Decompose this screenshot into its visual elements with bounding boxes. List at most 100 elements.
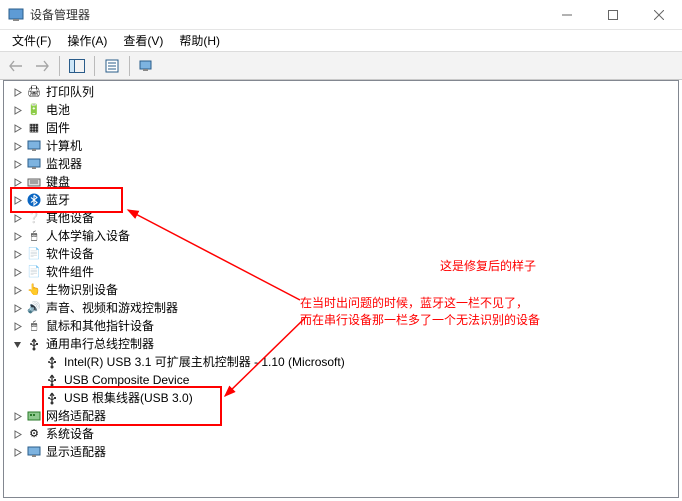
unknown-icon: ❔ bbox=[26, 210, 42, 226]
chevron-right-icon[interactable] bbox=[10, 139, 24, 153]
tree-node[interactable]: 📄软件设备 bbox=[4, 245, 678, 263]
toolbar-separator bbox=[129, 56, 130, 76]
tree-node[interactable]: 🔋电池 bbox=[4, 101, 678, 119]
nav-forward-button[interactable] bbox=[30, 55, 54, 77]
device-tree-panel[interactable]: 🖨打印队列🔋电池▦固件计算机监视器键盘蓝牙❔其他设备🖱人体学输入设备📄软件设备📄… bbox=[3, 80, 679, 498]
maximize-button[interactable] bbox=[590, 0, 636, 30]
chevron-right-icon[interactable] bbox=[10, 427, 24, 441]
scan-hardware-button[interactable] bbox=[135, 55, 159, 77]
sound-icon: 🔊 bbox=[26, 300, 42, 316]
tree-node[interactable]: 🖱鼠标和其他指针设备 bbox=[4, 317, 678, 335]
close-button[interactable] bbox=[636, 0, 682, 30]
chevron-right-icon[interactable] bbox=[10, 319, 24, 333]
network-icon bbox=[26, 408, 42, 424]
chevron-right-icon[interactable] bbox=[10, 247, 24, 261]
monitor-icon bbox=[26, 156, 42, 172]
chevron-right-icon[interactable] bbox=[10, 103, 24, 117]
tree-node[interactable]: USB 根集线器(USB 3.0) bbox=[4, 389, 678, 407]
window-titlebar: 设备管理器 bbox=[0, 0, 682, 30]
tree-node-label: 鼠标和其他指针设备 bbox=[46, 317, 154, 335]
tree-node-label: 系统设备 bbox=[46, 425, 94, 443]
software-icon: 📄 bbox=[26, 264, 42, 280]
printer-icon: 🖨 bbox=[26, 84, 42, 100]
tree-node[interactable]: ▦固件 bbox=[4, 119, 678, 137]
app-icon bbox=[8, 7, 24, 23]
toolbar-separator bbox=[59, 56, 60, 76]
toolbar-separator bbox=[94, 56, 95, 76]
tree-node-label: 人体学输入设备 bbox=[46, 227, 130, 245]
keyboard-icon bbox=[26, 174, 42, 190]
menu-help[interactable]: 帮助(H) bbox=[171, 30, 228, 51]
nav-back-button[interactable] bbox=[4, 55, 28, 77]
chevron-right-icon[interactable] bbox=[10, 193, 24, 207]
chevron-right-icon[interactable] bbox=[10, 265, 24, 279]
tree-node-label: 打印队列 bbox=[46, 83, 94, 101]
tree-node-label: USB 根集线器(USB 3.0) bbox=[64, 389, 193, 407]
battery-icon: 🔋 bbox=[26, 102, 42, 118]
tree-node[interactable]: 计算机 bbox=[4, 137, 678, 155]
biometric-icon: 👆 bbox=[26, 282, 42, 298]
chevron-right-icon[interactable] bbox=[10, 121, 24, 135]
tree-node-label: Intel(R) USB 3.1 可扩展主机控制器 - 1.10 (Micros… bbox=[64, 353, 345, 371]
chip-icon: ▦ bbox=[26, 120, 42, 136]
window-title: 设备管理器 bbox=[30, 6, 90, 23]
tree-node[interactable]: Intel(R) USB 3.1 可扩展主机控制器 - 1.10 (Micros… bbox=[4, 353, 678, 371]
tree-node[interactable]: 蓝牙 bbox=[4, 191, 678, 209]
tree-node-label: 蓝牙 bbox=[46, 191, 70, 209]
menu-file[interactable]: 文件(F) bbox=[4, 30, 59, 51]
system-icon: ⚙ bbox=[26, 426, 42, 442]
tree-node[interactable]: USB Composite Device bbox=[4, 371, 678, 389]
toolbar bbox=[0, 52, 682, 80]
menu-action[interactable]: 操作(A) bbox=[59, 30, 115, 51]
tree-node[interactable]: 键盘 bbox=[4, 173, 678, 191]
chevron-right-icon[interactable] bbox=[10, 211, 24, 225]
hid-icon: 🖱 bbox=[26, 228, 42, 244]
tree-node-label: 键盘 bbox=[46, 173, 70, 191]
tree-node-label: 软件设备 bbox=[46, 245, 94, 263]
tree-node[interactable]: 🖱人体学输入设备 bbox=[4, 227, 678, 245]
menubar: 文件(F) 操作(A) 查看(V) 帮助(H) bbox=[0, 30, 682, 52]
tree-node-label: 网络适配器 bbox=[46, 407, 106, 425]
tree-node-label: 通用串行总线控制器 bbox=[46, 335, 154, 353]
chevron-right-icon[interactable] bbox=[10, 157, 24, 171]
tree-node[interactable]: 网络适配器 bbox=[4, 407, 678, 425]
chevron-right-icon[interactable] bbox=[10, 301, 24, 315]
chevron-right-icon[interactable] bbox=[10, 229, 24, 243]
chevron-right-icon[interactable] bbox=[10, 409, 24, 423]
minimize-button[interactable] bbox=[544, 0, 590, 30]
usb-icon bbox=[44, 390, 60, 406]
chevron-down-icon[interactable] bbox=[10, 337, 24, 351]
usb-icon bbox=[44, 372, 60, 388]
chevron-right-icon[interactable] bbox=[10, 85, 24, 99]
menu-view[interactable]: 查看(V) bbox=[115, 30, 171, 51]
tree-node-label: 监视器 bbox=[46, 155, 82, 173]
mouse-icon: 🖱 bbox=[26, 318, 42, 334]
tree-node-label: 其他设备 bbox=[46, 209, 94, 227]
tree-node-label: USB Composite Device bbox=[64, 371, 189, 389]
show-hide-console-button[interactable] bbox=[65, 55, 89, 77]
tree-node[interactable]: ❔其他设备 bbox=[4, 209, 678, 227]
tree-node[interactable]: 🖨打印队列 bbox=[4, 83, 678, 101]
tree-node[interactable]: ⚙系统设备 bbox=[4, 425, 678, 443]
tree-node[interactable]: 🔊声音、视频和游戏控制器 bbox=[4, 299, 678, 317]
software-icon: 📄 bbox=[26, 246, 42, 262]
tree-node-label: 显示适配器 bbox=[46, 443, 106, 461]
properties-button[interactable] bbox=[100, 55, 124, 77]
display-icon bbox=[26, 444, 42, 460]
tree-node-label: 电池 bbox=[46, 101, 70, 119]
chevron-right-icon[interactable] bbox=[10, 175, 24, 189]
tree-node[interactable]: 通用串行总线控制器 bbox=[4, 335, 678, 353]
chevron-right-icon[interactable] bbox=[10, 445, 24, 459]
tree-node-label: 生物识别设备 bbox=[46, 281, 118, 299]
tree-node[interactable]: 显示适配器 bbox=[4, 443, 678, 461]
chevron-right-icon[interactable] bbox=[10, 283, 24, 297]
usb-icon bbox=[26, 336, 42, 352]
usb-icon bbox=[44, 354, 60, 370]
device-tree: 🖨打印队列🔋电池▦固件计算机监视器键盘蓝牙❔其他设备🖱人体学输入设备📄软件设备📄… bbox=[4, 81, 678, 463]
bluetooth-icon bbox=[26, 192, 42, 208]
tree-node[interactable]: 📄软件组件 bbox=[4, 263, 678, 281]
tree-node[interactable]: 监视器 bbox=[4, 155, 678, 173]
tree-node[interactable]: 👆生物识别设备 bbox=[4, 281, 678, 299]
computer-icon bbox=[26, 138, 42, 154]
tree-node-label: 固件 bbox=[46, 119, 70, 137]
